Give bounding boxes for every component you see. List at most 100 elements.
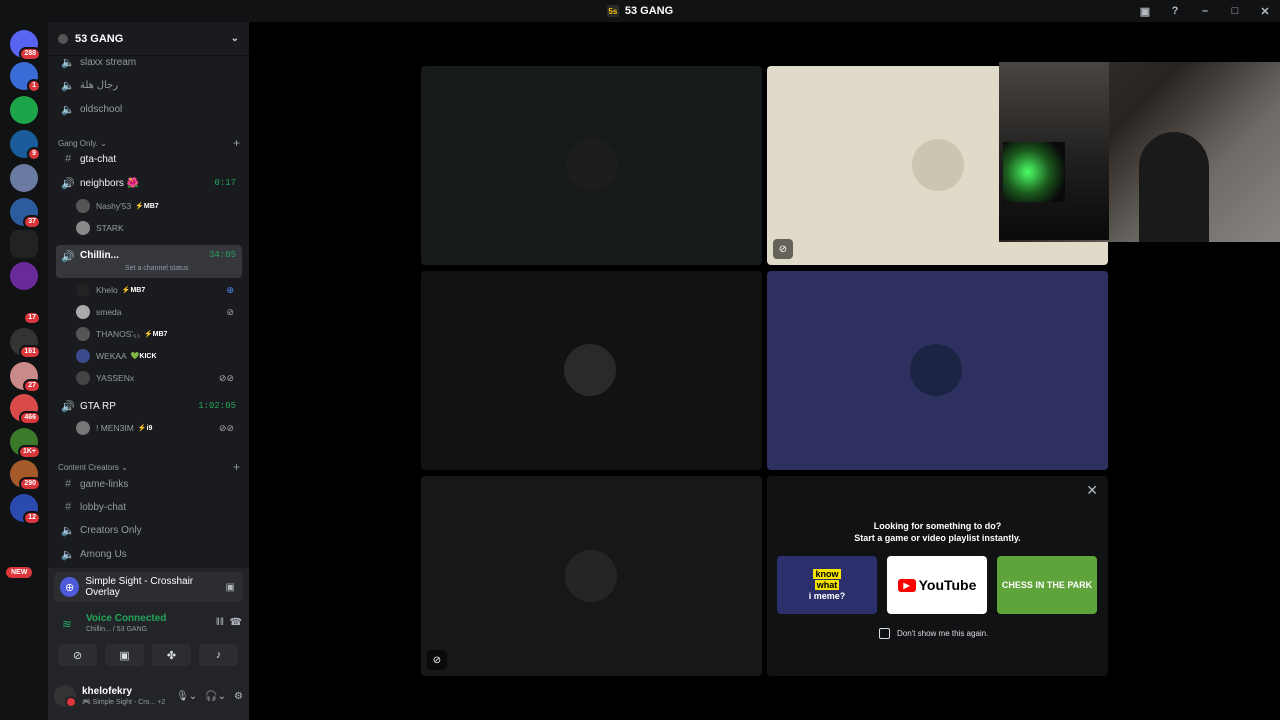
badge: 466	[19, 411, 41, 425]
text-channel[interactable]: # game-links	[56, 473, 242, 495]
server-icon-3[interactable]: 9	[10, 130, 41, 161]
badge: 1	[27, 79, 41, 93]
text-channel[interactable]: # lobby-chat	[56, 496, 242, 518]
hash-icon: #	[64, 501, 72, 513]
badge: 17	[23, 311, 41, 325]
share-screen-button[interactable]: ▣	[105, 644, 144, 666]
server-icon-12[interactable]: 1K+	[10, 428, 41, 459]
close-icon[interactable]: ✕	[1086, 482, 1098, 499]
deafened-icon: ⊘	[427, 650, 447, 670]
voice-channel-neighbors[interactable]: 🔊 neighbors 🌺 0:17	[56, 172, 242, 194]
channel-label: lobby-chat	[80, 501, 127, 513]
mic-muted-icon: ⊘	[226, 306, 234, 317]
voice-channel-gtarp[interactable]: 🔊 GTA RP 1:02:05	[56, 395, 242, 417]
server-icon-2[interactable]	[10, 96, 38, 124]
voice-user[interactable]: YASSENx ⊘⊘	[76, 368, 242, 388]
maximize-button[interactable]: □	[1220, 5, 1250, 17]
avatar[interactable]	[54, 685, 77, 708]
gear-icon[interactable]: ⚙	[234, 691, 243, 702]
chevron-down-icon: ⌄	[230, 33, 239, 44]
server-icon-4[interactable]	[10, 164, 38, 192]
activity-row[interactable]: ⊕ Simple Sight - Crosshair Overlay ▣	[54, 572, 243, 602]
server-icon-53gang[interactable]	[10, 230, 38, 258]
close-button[interactable]: ✕	[1250, 5, 1280, 18]
noise-suppression-icon[interactable]: ‖‖	[216, 617, 224, 628]
username[interactable]: khelofekry	[82, 686, 165, 697]
speaker-icon: 🔊	[61, 400, 75, 413]
user-tag: ⚡i9	[137, 425, 153, 432]
disconnect-icon[interactable]: ☎	[230, 617, 242, 628]
activities-button[interactable]: ✤	[152, 644, 191, 666]
server-icon-10[interactable]: 27	[10, 362, 41, 393]
user-name: smeda	[96, 307, 122, 317]
channel-label: Among Us	[80, 548, 127, 560]
soundboard-button[interactable]: ♪	[199, 644, 238, 666]
voice-channel-chillin[interactable]: 🔊 Chillin... 34:05	[56, 245, 242, 278]
camera-pc-lights	[1003, 142, 1065, 202]
voice-channel[interactable]: 🔈 slaxx stream	[56, 51, 242, 73]
user-name: YASSENx	[96, 373, 135, 383]
microphone-icon[interactable]: 🎙⌄	[176, 691, 197, 702]
badge: 9	[27, 147, 41, 161]
voice-user[interactable]: STARK	[76, 218, 242, 238]
server-icon-11[interactable]: 466	[10, 394, 41, 425]
server-icon-5[interactable]: 37	[10, 198, 41, 229]
voice-user[interactable]: THANOS'₅₃ ⚡MB7	[76, 324, 242, 344]
voice-channel[interactable]: 🔈 oldschool	[56, 98, 242, 120]
server-dm[interactable]: 288	[10, 30, 41, 61]
voice-user[interactable]: WEKAA 💚KICK	[76, 346, 242, 366]
category-label: Content Creators	[58, 462, 119, 472]
server-icon-8[interactable]: 17	[10, 294, 41, 325]
video-tile[interactable]: ⊘	[421, 476, 762, 676]
checkbox[interactable]	[879, 628, 890, 639]
channel-label: gta-chat	[80, 153, 117, 165]
add-channel-icon[interactable]: +	[233, 460, 240, 474]
title-bar: 5s 53 GANG ▣ ? – □ ✕	[0, 0, 1280, 22]
category-content-creators[interactable]: Content Creators ⌄ +	[58, 460, 240, 474]
user-name: WEKAA	[96, 351, 127, 361]
inbox-icon[interactable]: ▣	[1130, 5, 1160, 18]
badge: 12	[23, 511, 41, 525]
signal-icon[interactable]: ≋	[62, 617, 72, 631]
server-icon-14[interactable]: 12	[10, 494, 41, 525]
voice-user[interactable]: ! MEN3IM ⚡i9 ⊘⊘	[76, 418, 242, 438]
badge: 290	[19, 477, 41, 491]
deafened-icon: ⊘⊘	[218, 372, 234, 383]
voice-timer: 34:05	[208, 250, 236, 260]
guild-icon	[58, 33, 68, 44]
server-icon-13[interactable]: 290	[10, 460, 41, 491]
voice-user[interactable]: Nashy'53 ⚡MB7	[76, 196, 242, 216]
voice-user[interactable]: Khelo ⚡MB7 ⊕	[76, 280, 242, 300]
video-tile[interactable]	[421, 271, 762, 470]
speaker-icon: 🔈	[61, 56, 75, 69]
activity-know-what-i-meme[interactable]: know what i meme?	[777, 556, 877, 614]
channel-status[interactable]: Set a channel status	[125, 265, 188, 272]
headphones-icon[interactable]: 🎧⌄	[205, 691, 226, 702]
activity-chess-in-the-park[interactable]: CHESS IN THE PARK	[997, 556, 1097, 614]
camera-off-button[interactable]: ⊘	[58, 644, 97, 666]
video-tile[interactable]	[767, 271, 1108, 470]
screen-share-icon[interactable]: ▣	[226, 582, 235, 593]
server-icon-7[interactable]	[10, 262, 38, 290]
minimize-button[interactable]: –	[1190, 5, 1220, 17]
voice-user[interactable]: smeda ⊘	[76, 302, 242, 322]
camera-feed[interactable]	[999, 62, 1280, 242]
user-name: Nashy'53	[96, 201, 132, 211]
activity-youtube[interactable]: ▶ YouTube	[887, 556, 987, 614]
voice-channel[interactable]: 🔈 Creators Only	[56, 519, 242, 541]
dont-show-again[interactable]: Don't show me this again.	[879, 628, 988, 639]
speaker-icon: 🔊	[61, 251, 75, 263]
channel-label: رجال هلة	[80, 79, 119, 91]
voice-timer: 0:17	[214, 178, 236, 188]
user-panel: ⊕ Simple Sight - Crosshair Overlay ▣ ≋ V…	[48, 568, 249, 720]
server-icon-9[interactable]: 161	[10, 328, 41, 359]
voice-channel[interactable]: 🔈 Among Us	[56, 543, 242, 565]
video-tile[interactable]	[421, 66, 762, 265]
badge: 37	[23, 215, 41, 229]
activity-name: Simple Sight - Crosshair Overlay	[85, 576, 194, 598]
avatar	[76, 421, 90, 435]
help-icon[interactable]: ?	[1160, 5, 1190, 17]
text-channel-gta-chat[interactable]: # gta-chat	[56, 148, 242, 170]
server-icon-1[interactable]: 1	[10, 62, 41, 93]
voice-channel[interactable]: 🔈 رجال هلة	[56, 74, 242, 96]
